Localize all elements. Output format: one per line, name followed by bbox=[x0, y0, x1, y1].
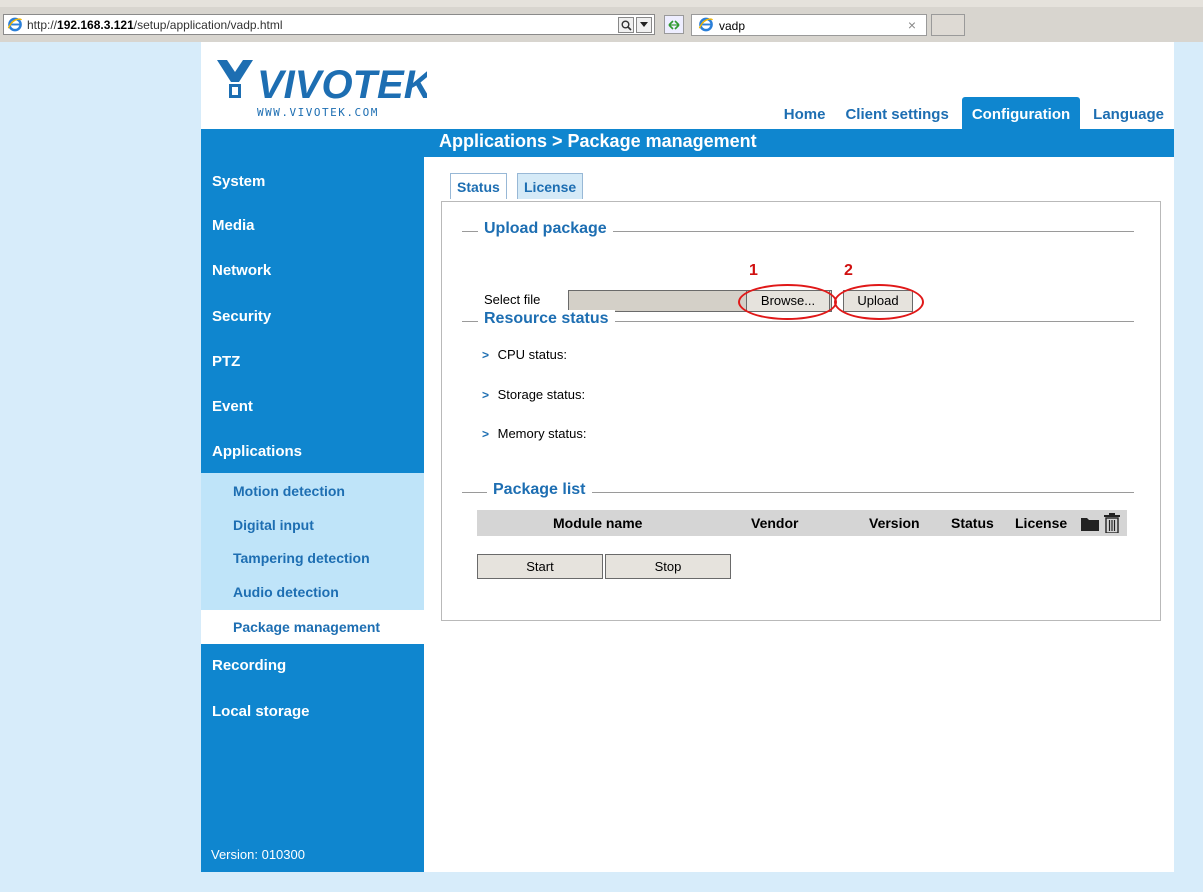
nav-configuration[interactable]: Configuration bbox=[961, 97, 1081, 129]
browser-tab[interactable]: vadp × bbox=[691, 14, 927, 36]
subnav-audio-detection[interactable]: Audio detection bbox=[233, 584, 339, 600]
top-navigation: Home Client settings Configuration Langu… bbox=[774, 97, 1174, 129]
cpu-status-item[interactable]: > CPU status: bbox=[482, 347, 567, 362]
folder-icon[interactable] bbox=[1081, 515, 1099, 531]
tab-title: vadp bbox=[719, 19, 746, 33]
storage-status-item[interactable]: > Storage status: bbox=[482, 387, 585, 402]
close-tab-icon[interactable]: × bbox=[908, 17, 916, 33]
sidebar-item-system[interactable]: System bbox=[212, 173, 265, 190]
col-version: Version bbox=[869, 515, 920, 531]
url-path: /setup/application/vadp.html bbox=[133, 18, 283, 32]
sidebar-item-network[interactable]: Network bbox=[212, 262, 271, 279]
address-bar[interactable]: http://192.168.3.121/setup/application/v… bbox=[3, 14, 655, 35]
ie-logo-icon bbox=[698, 17, 714, 32]
sidebar-item-event[interactable]: Event bbox=[212, 398, 253, 415]
breadcrumb: Applications > Package management bbox=[439, 131, 757, 151]
subnav-digital-input[interactable]: Digital input bbox=[233, 517, 314, 533]
sidebar: System Media Network Security PTZ Event … bbox=[201, 157, 424, 872]
nav-client-settings[interactable]: Client settings bbox=[835, 97, 958, 129]
url-prefix: http:// bbox=[27, 18, 58, 32]
callout-number-1: 1 bbox=[749, 262, 758, 279]
address-tools bbox=[618, 16, 652, 34]
col-license: License bbox=[1015, 515, 1068, 531]
tab-status[interactable]: Status bbox=[450, 173, 507, 199]
search-icon[interactable] bbox=[618, 17, 634, 33]
subnav-motion-detection[interactable]: Motion detection bbox=[233, 483, 345, 499]
select-file-label: Select file bbox=[484, 292, 541, 307]
address-url[interactable]: http://192.168.3.121/setup/application/v… bbox=[27, 18, 283, 32]
main-content: Status License Upload package Select fil… bbox=[424, 157, 1174, 872]
nav-home[interactable]: Home bbox=[774, 97, 836, 129]
new-tab-button[interactable] bbox=[931, 14, 965, 36]
svg-text:VIVOTEK: VIVOTEK bbox=[257, 63, 427, 107]
col-vendor: Vendor bbox=[751, 515, 799, 531]
chevron-right-icon: > bbox=[482, 348, 490, 362]
nav-language[interactable]: Language bbox=[1083, 97, 1174, 129]
ie-logo-icon bbox=[7, 17, 23, 32]
start-button[interactable]: Start bbox=[477, 554, 603, 579]
trash-icon[interactable] bbox=[1103, 513, 1121, 533]
storage-status-label: Storage status: bbox=[497, 387, 586, 402]
upload-package-title: Upload package bbox=[478, 220, 613, 238]
memory-status-item[interactable]: > Memory status: bbox=[482, 426, 586, 441]
refresh-icon[interactable] bbox=[664, 15, 684, 34]
sidebar-item-recording[interactable]: Recording bbox=[212, 657, 286, 674]
upload-package-section: Upload package bbox=[462, 220, 1134, 240]
sidebar-item-ptz[interactable]: PTZ bbox=[212, 353, 240, 370]
browser-top-strip bbox=[0, 0, 1203, 7]
url-host: 192.168.3.121 bbox=[57, 18, 134, 32]
status-panel: Upload package Select file Browse... Upl… bbox=[441, 201, 1161, 621]
stop-button[interactable]: Stop bbox=[605, 554, 731, 579]
subnav-package-management[interactable]: Package management bbox=[201, 610, 424, 644]
chevron-right-icon: > bbox=[482, 388, 490, 402]
svg-text:WWW.VIVOTEK.COM: WWW.VIVOTEK.COM bbox=[257, 106, 379, 119]
package-list-section: Package list bbox=[462, 481, 1134, 501]
memory-status-label: Memory status: bbox=[497, 426, 587, 441]
callout-number-2: 2 bbox=[844, 262, 853, 279]
camera-config-page: VIVOTEK WWW.VIVOTEK.COM Home Client sett… bbox=[201, 42, 1174, 872]
sidebar-item-media[interactable]: Media bbox=[212, 217, 255, 234]
sidebar-item-local-storage[interactable]: Local storage bbox=[212, 703, 310, 720]
version-label: Version: 010300 bbox=[211, 847, 305, 862]
tab-license[interactable]: License bbox=[517, 173, 584, 199]
vivotek-logo: VIVOTEK WWW.VIVOTEK.COM bbox=[217, 60, 427, 119]
resource-status-section: Resource status bbox=[462, 310, 1134, 330]
cpu-status-label: CPU status: bbox=[497, 347, 567, 362]
package-list-title: Package list bbox=[487, 481, 592, 499]
browser-toolbar: http://192.168.3.121/setup/application/v… bbox=[0, 0, 1203, 42]
chevron-down-icon[interactable] bbox=[636, 17, 652, 33]
sidebar-item-applications[interactable]: Applications bbox=[212, 443, 302, 460]
applications-subnav: Motion detection Digital input Tampering… bbox=[201, 473, 424, 644]
breadcrumb-bar: Applications > Package management bbox=[201, 129, 1174, 157]
resource-status-title: Resource status bbox=[478, 310, 615, 328]
col-status: Status bbox=[951, 515, 994, 531]
chevron-right-icon: > bbox=[482, 427, 490, 441]
subnav-tampering-detection[interactable]: Tampering detection bbox=[233, 550, 370, 566]
sidebar-item-security[interactable]: Security bbox=[212, 308, 271, 325]
package-table-header: Module name Vendor Version Status Licens… bbox=[477, 510, 1127, 536]
col-module-name: Module name bbox=[553, 515, 643, 531]
